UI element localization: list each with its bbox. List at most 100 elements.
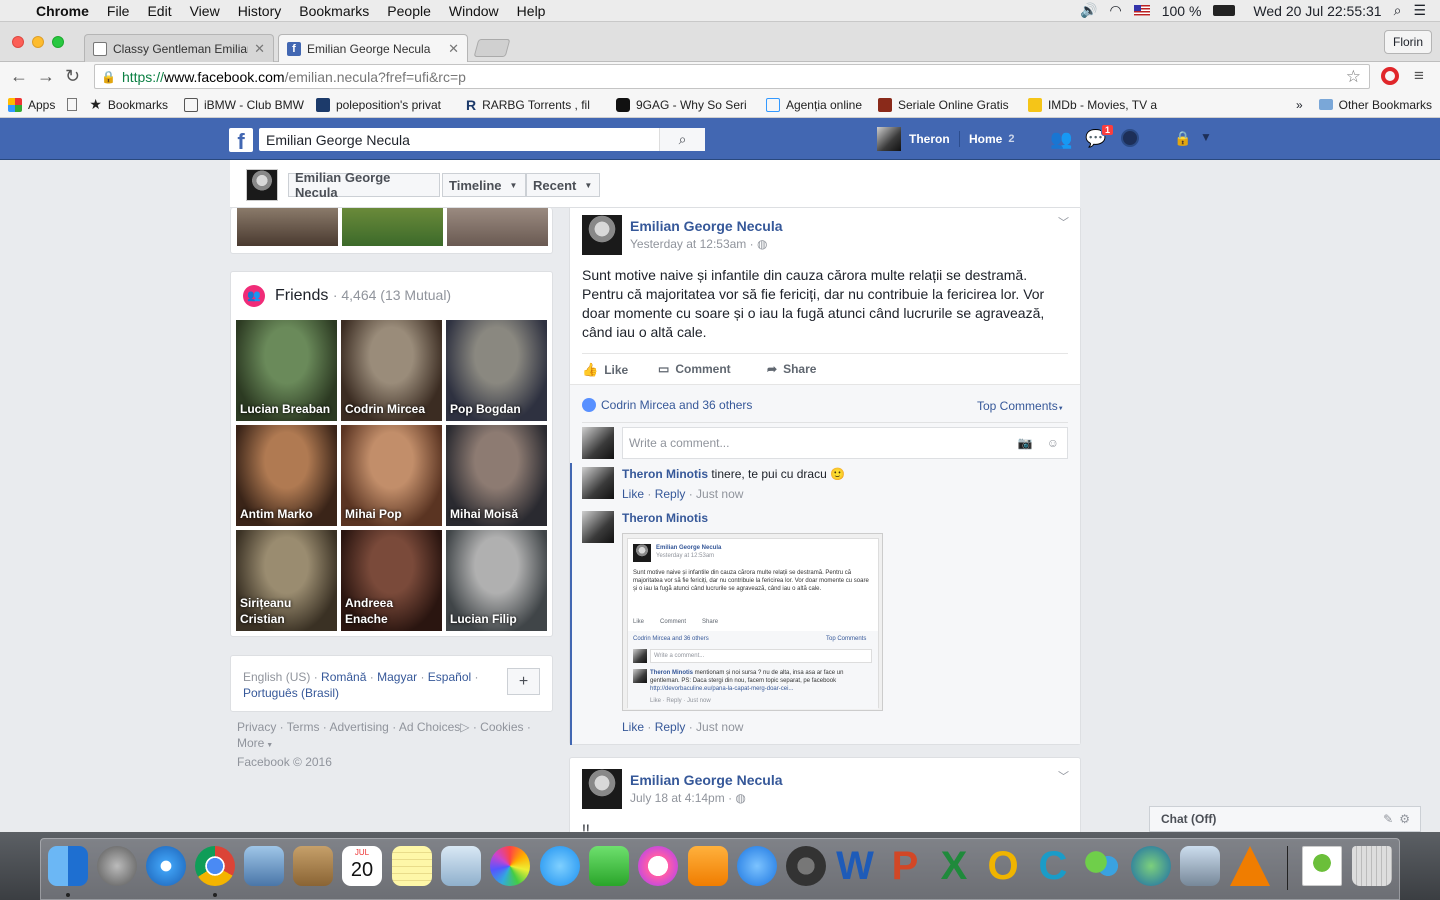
volume-icon[interactable]: 🔊 (1080, 2, 1097, 19)
menu-app-name[interactable]: Chrome (27, 3, 98, 19)
back-button[interactable]: ← (10, 66, 28, 87)
compose-icon[interactable]: ✎ (1383, 812, 1393, 826)
comment-author[interactable]: Theron Minotis (622, 467, 708, 481)
word-icon[interactable]: W (835, 846, 875, 886)
c-app-icon[interactable]: C (1033, 846, 1073, 886)
comment-author[interactable]: Theron Minotis (622, 511, 708, 525)
vlc-icon[interactable] (1230, 846, 1270, 886)
friend-name[interactable]: Antim Marko (240, 506, 333, 522)
friend-tile[interactable]: Mihai Moisă (446, 425, 547, 526)
comment-reply-link[interactable]: Reply (655, 720, 686, 734)
opera-extension-icon[interactable] (1381, 67, 1399, 85)
footer-more[interactable]: More (237, 736, 264, 750)
post-author[interactable]: Emilian George Necula (630, 218, 783, 234)
network-globe-icon[interactable] (1131, 846, 1171, 886)
audience-globe-icon[interactable]: ◍ (757, 237, 767, 251)
chat-sidebar-toggle[interactable]: Chat (Off) ✎ ⚙ (1149, 806, 1421, 832)
messages-icon[interactable] (540, 846, 580, 886)
app-store-icon[interactable] (737, 846, 777, 886)
menu-edit[interactable]: Edit (138, 3, 180, 19)
share-button[interactable]: ➦ Share (767, 362, 816, 376)
menu-history[interactable]: History (229, 3, 291, 19)
profile-button[interactable]: Florin (1383, 30, 1432, 54)
itunes-icon[interactable] (638, 846, 678, 886)
friend-tile[interactable]: Sirițeanu Cristian (236, 530, 337, 631)
comment-like-link[interactable]: Like (622, 720, 644, 734)
footer-ad-choices[interactable]: Ad Choices (399, 720, 460, 734)
powerpoint-icon[interactable]: P (885, 846, 925, 886)
friend-tile[interactable]: Andreea Enache (341, 530, 442, 631)
comment-avatar[interactable] (582, 467, 614, 499)
ibooks-icon[interactable] (688, 846, 728, 886)
friend-name[interactable]: Andreea Enache (345, 595, 438, 627)
trash-icon[interactable] (1352, 846, 1392, 886)
friend-name[interactable]: Lucian Filip (450, 611, 543, 627)
post-timestamp[interactable]: Yesterday at 12:53am (630, 237, 746, 251)
tab-emilian-george-necula[interactable]: f Emilian George Necula ✕ (278, 34, 468, 62)
bookmark-9gag[interactable]: 9GAG - Why So Seri (608, 97, 758, 112)
footer-terms[interactable]: Terms (287, 720, 320, 734)
footer-advertising[interactable]: Advertising (329, 720, 388, 734)
audience-globe-icon[interactable]: ◍ (735, 791, 745, 805)
facebook-logo-icon[interactable]: f (229, 128, 253, 154)
facebook-search-input[interactable]: Emilian George Necula ⌕ (259, 128, 705, 151)
system-preferences-icon[interactable] (786, 846, 826, 886)
comment-like-link[interactable]: Like (622, 487, 644, 501)
friend-tile[interactable]: Mihai Pop (341, 425, 442, 526)
language-link[interactable]: Português (Brasil) (243, 686, 339, 700)
launchpad-icon[interactable] (97, 846, 137, 886)
photo-thumb[interactable] (237, 208, 338, 246)
preview-icon[interactable] (441, 846, 481, 886)
menu-help[interactable]: Help (508, 3, 555, 19)
emoji-icon[interactable]: ☺ (1047, 436, 1059, 450)
friend-name[interactable]: Mihai Moisă (450, 506, 543, 522)
remote-desktop-icon[interactable] (1180, 846, 1220, 886)
menu-window[interactable]: Window (440, 3, 508, 19)
bookmark-ibmw[interactable]: iBMW - Club BMW (176, 97, 308, 112)
spotlight-icon[interactable]: ⌕ (1394, 2, 1402, 19)
close-tab-icon[interactable]: ✕ (254, 41, 265, 57)
post-author-avatar[interactable] (582, 215, 622, 255)
battery-icon[interactable] (1213, 5, 1236, 16)
likes-summary[interactable]: Codrin Mircea and 36 others (582, 398, 752, 412)
comment-input[interactable]: Write a comment... 📷 ☺ (622, 427, 1068, 459)
friend-requests-icon[interactable]: 👥 (1050, 129, 1072, 150)
friend-tile[interactable]: Pop Bogdan (446, 320, 547, 421)
notes-icon[interactable] (392, 846, 432, 886)
search-icon[interactable]: ⌕ (659, 128, 705, 151)
recent-dropdown[interactable]: Recent ▼ (526, 173, 600, 197)
menu-view[interactable]: View (181, 3, 229, 19)
bookmark-agentia[interactable]: Agenția online (758, 97, 870, 112)
friends-title[interactable]: Friends (275, 287, 328, 304)
friend-name[interactable]: Codrin Mircea (345, 401, 438, 417)
safari-icon[interactable] (146, 846, 186, 886)
bookmark-imdb[interactable]: IMDb - Movies, TV a (1020, 97, 1170, 112)
language-link[interactable]: Magyar (377, 670, 417, 684)
chrome-icon[interactable] (195, 846, 235, 886)
mail-bird-icon[interactable] (244, 846, 284, 886)
post-author-avatar[interactable] (582, 769, 622, 809)
comment-image-attachment[interactable]: Emilian George Necula Yesterday at 12:53… (622, 533, 883, 711)
bookmark-apps[interactable]: Apps (0, 97, 63, 112)
add-language-button[interactable]: + (507, 668, 540, 695)
friend-tile[interactable]: Lucian Breaban (236, 320, 337, 421)
privacy-shortcuts-icon[interactable]: 🔒 (1174, 130, 1191, 147)
bookmark-poleposition[interactable]: poleposition's privat (308, 97, 458, 112)
menu-file[interactable]: File (98, 3, 139, 19)
bookmark-page[interactable] (63, 98, 81, 111)
timeline-name-button[interactable]: Emilian George Necula (288, 170, 440, 200)
excel-icon[interactable]: X (934, 846, 974, 886)
home-link[interactable]: Home 2 (969, 118, 1014, 160)
us-flag-icon[interactable] (1133, 5, 1150, 16)
forward-button[interactable]: → (37, 66, 55, 87)
facetime-icon[interactable] (589, 846, 629, 886)
calendar-icon[interactable]: JUL 20 (342, 846, 382, 886)
photos-icon[interactable] (490, 846, 530, 886)
other-bookmarks[interactable]: Other Bookmarks (1311, 98, 1440, 112)
camera-icon[interactable]: 📷 (1018, 436, 1033, 450)
menu-bookmarks[interactable]: Bookmarks (290, 3, 378, 19)
friend-name[interactable]: Mihai Pop (345, 506, 438, 522)
menu-people[interactable]: People (378, 3, 440, 19)
close-window-button[interactable] (12, 36, 24, 48)
bookmark-star-icon[interactable]: ☆ (1346, 67, 1361, 87)
